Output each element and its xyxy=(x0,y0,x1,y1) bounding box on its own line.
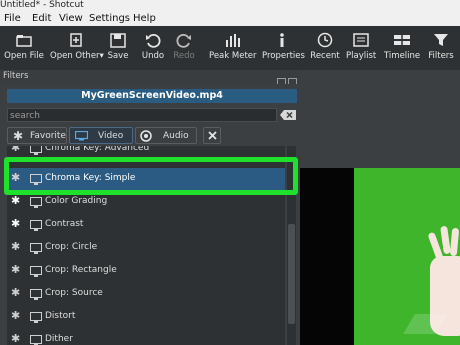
highlight-box xyxy=(4,157,298,195)
tab-favorite[interactable]: ✱ Favorite xyxy=(7,127,67,144)
close-filters-button[interactable] xyxy=(203,127,221,144)
monitor-icon xyxy=(30,312,42,323)
monitor-icon xyxy=(30,146,42,155)
filter-item[interactable]: ✱ Contrast xyxy=(7,214,285,236)
favorite-star-icon[interactable]: ✱ xyxy=(11,287,20,299)
filters-panel: MyGreenScreenVideo.mp4 search ✱ Favorite… xyxy=(0,84,300,345)
clear-search-icon[interactable] xyxy=(280,110,296,120)
monitor-icon xyxy=(30,220,42,231)
peak-meter-icon xyxy=(226,34,240,47)
playlist-icon xyxy=(353,33,369,47)
clock-icon xyxy=(317,32,333,48)
window-title: Untitled* - Shotcut xyxy=(0,0,84,10)
timeline-button[interactable]: Timeline xyxy=(384,29,420,69)
open-other-icon xyxy=(70,33,82,47)
save-button[interactable]: Save xyxy=(106,29,130,69)
filter-item[interactable]: ✱ Crop: Source xyxy=(7,283,285,305)
preview-black-area xyxy=(300,168,354,345)
properties-button[interactable]: Properties xyxy=(262,29,305,69)
funnel-icon xyxy=(434,34,448,46)
filter-item[interactable]: ✱ Dither xyxy=(7,329,285,345)
menu-file[interactable]: File xyxy=(4,12,21,25)
green-screen-frame xyxy=(354,168,460,345)
speaker-icon xyxy=(140,130,152,142)
favorite-star-icon[interactable]: ✱ xyxy=(11,264,20,276)
favorite-star-icon[interactable]: ✱ xyxy=(11,195,20,207)
hand-finger xyxy=(449,227,460,257)
monitor-icon xyxy=(30,243,42,254)
favorite-star-icon[interactable]: ✱ xyxy=(11,241,20,253)
timeline-icon xyxy=(394,33,410,47)
open-other-button[interactable]: Open Other▾ xyxy=(50,29,104,69)
menu-help[interactable]: Help xyxy=(133,12,156,25)
menu-view[interactable]: View xyxy=(59,12,83,25)
scrollbar-thumb[interactable] xyxy=(288,224,295,324)
menu-settings[interactable]: Settings xyxy=(89,12,130,25)
monitor-icon xyxy=(30,197,42,208)
redo-button[interactable]: Redo xyxy=(172,29,196,69)
star-icon: ✱ xyxy=(13,129,24,143)
playlist-button[interactable]: Playlist xyxy=(346,29,376,69)
favorite-star-icon[interactable]: ✱ xyxy=(11,333,20,345)
monitor-icon xyxy=(75,131,88,141)
menu-bar: File Edit View Settings Help xyxy=(0,11,460,26)
filter-item[interactable]: ✱ Crop: Rectangle xyxy=(7,260,285,282)
peak-meter-button[interactable]: Peak Meter xyxy=(209,29,257,69)
dock-title: Filters xyxy=(3,71,29,81)
redo-icon xyxy=(176,33,191,48)
filters-dock-header: Filters xyxy=(0,70,300,87)
close-icon xyxy=(208,131,217,140)
title-bar: Untitled* - Shotcut xyxy=(0,0,460,11)
filters-button[interactable]: Filters xyxy=(426,29,456,69)
undo-icon xyxy=(146,33,161,48)
favorite-star-icon[interactable]: ✱ xyxy=(11,310,20,322)
dropdown-arrow-icon: ▾ xyxy=(99,51,104,61)
monitor-icon xyxy=(30,266,42,277)
monitor-icon xyxy=(30,335,42,345)
undo-button[interactable]: Undo xyxy=(140,29,166,69)
save-icon xyxy=(110,33,126,48)
menu-edit[interactable]: Edit xyxy=(32,12,51,25)
favorite-star-icon[interactable]: ✱ xyxy=(11,146,20,154)
filter-category-tabs: ✱ Favorite Video Audio xyxy=(7,127,297,145)
favorite-star-icon[interactable]: ✱ xyxy=(11,218,20,230)
tab-video[interactable]: Video xyxy=(69,127,133,144)
clip-name: MyGreenScreenVideo.mp4 xyxy=(7,89,297,103)
open-file-button[interactable]: Open File xyxy=(4,29,44,69)
video-preview xyxy=(300,70,460,345)
info-icon xyxy=(280,33,284,47)
recent-button[interactable]: Recent xyxy=(310,29,340,69)
folder-icon xyxy=(16,35,32,47)
filter-item[interactable]: ✱ Crop: Circle xyxy=(7,237,285,259)
main-toolbar: Open File Open Other▾ Save Undo Redo Pea… xyxy=(0,26,460,70)
search-input[interactable]: search xyxy=(7,108,277,122)
monitor-icon xyxy=(30,289,42,300)
filter-item[interactable]: ✱ Distort xyxy=(7,306,285,328)
tab-audio[interactable]: Audio xyxy=(135,127,197,144)
